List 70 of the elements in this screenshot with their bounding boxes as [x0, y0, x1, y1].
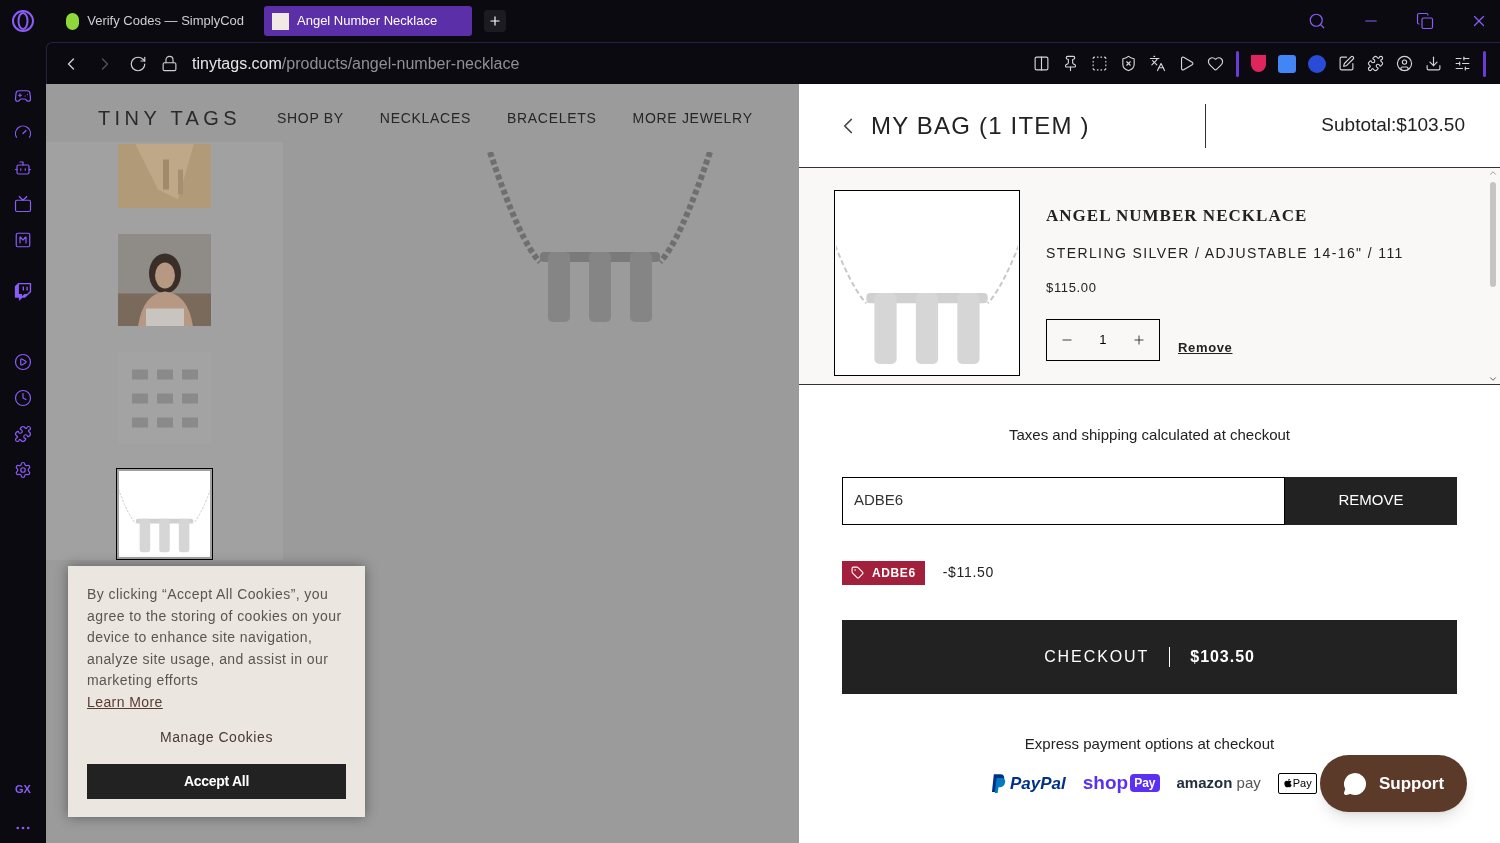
play-circle-icon[interactable]: [14, 353, 32, 371]
subtotal-text: Subtotal:$103.50: [1321, 113, 1465, 138]
item-name: ANGEL NUMBER NECKLACE: [1046, 205, 1309, 227]
tab-favicon-icon: [272, 12, 289, 30]
tag-icon: [851, 566, 864, 579]
download-icon[interactable]: [1425, 55, 1442, 72]
cookie-text: By clicking “Accept All Cookies”, you agree to the storing of cookies on your device to enhance site navigation, analyze site usage, and assist in our marketing efforts: [87, 585, 343, 690]
robot-icon[interactable]: [14, 159, 32, 177]
browser-tab[interactable]: Angel Number Necklace: [264, 6, 472, 36]
shield-extension-icon[interactable]: [1251, 55, 1266, 72]
taxes-note: Taxes and shipping calculated at checkout: [1009, 425, 1290, 445]
item-variant: STERLING SILVER / ADJUSTABLE 14-16" / 111: [1046, 243, 1404, 263]
plus-icon: [488, 14, 502, 28]
discount-tag: ADBE6: [842, 560, 925, 585]
settings-icon[interactable]: [14, 461, 32, 479]
send-icon[interactable]: [1178, 55, 1195, 72]
puzzle-icon[interactable]: [14, 425, 32, 443]
heart-icon[interactable]: [1207, 55, 1224, 72]
scrollbar-thumb[interactable]: [1490, 182, 1496, 287]
new-tab-button[interactable]: [484, 10, 506, 32]
learn-more-link[interactable]: Learn More: [87, 691, 163, 713]
amazon-pay-logo: amazon pay: [1176, 773, 1261, 793]
discount-code-field[interactable]: ADBE6: [842, 476, 1285, 525]
browser-tab[interactable]: Verify Codes — SimplyCod: [58, 6, 252, 36]
discount-amount: -$11.50: [942, 563, 995, 582]
shield-x-icon[interactable]: [1120, 55, 1137, 72]
translate-icon[interactable]: [1149, 55, 1166, 72]
shop-pay-logo: shop Pay: [1082, 769, 1160, 798]
gx-label[interactable]: GX: [15, 780, 31, 797]
quantity-value: 1: [1099, 331, 1107, 350]
accept-all-button[interactable]: Accept All: [87, 763, 346, 799]
nav-link[interactable]: SHOP BY: [276, 107, 344, 129]
search-icon[interactable]: [1308, 12, 1326, 30]
snapshot-icon[interactable]: [1091, 55, 1108, 72]
restore-icon[interactable]: [1416, 12, 1434, 30]
paypal-p-icon: [991, 773, 1006, 793]
scroll-down-icon[interactable]: [1488, 374, 1498, 384]
gauge-icon[interactable]: [14, 123, 32, 141]
split-view-icon[interactable]: [1033, 55, 1050, 72]
manage-cookies-button[interactable]: Manage Cookies: [160, 726, 273, 748]
reload-icon[interactable]: [129, 54, 147, 73]
gamepad-icon[interactable]: [14, 87, 32, 105]
profile-icon[interactable]: [1396, 55, 1413, 72]
remove-link[interactable]: Remove: [1178, 337, 1233, 357]
m-square-icon[interactable]: [14, 231, 32, 249]
extensions-icon[interactable]: [1367, 55, 1384, 72]
item-price: $115.00: [1046, 278, 1098, 297]
lock-icon: [161, 55, 178, 72]
chat-icon: [1342, 771, 1367, 796]
site-logo[interactable]: TINY TAGS: [98, 103, 241, 133]
display-icon[interactable]: [14, 195, 32, 213]
nav-link[interactable]: MORE JEWELRY: [632, 107, 753, 129]
tab-favicon-icon: [66, 12, 80, 30]
nav-link[interactable]: BRACELETS: [506, 107, 597, 129]
browser-logo-icon[interactable]: [11, 9, 35, 33]
pin-icon[interactable]: [1062, 55, 1079, 72]
clock-icon[interactable]: [14, 389, 32, 407]
nav-link[interactable]: NECKLACES: [379, 107, 471, 129]
edit-icon[interactable]: [1338, 55, 1355, 72]
twitch-icon[interactable]: [14, 283, 32, 301]
address-field[interactable]: tinytags.com/products/angel-number-necklace: [192, 51, 520, 76]
support-button[interactable]: Support: [1320, 755, 1467, 812]
express-note: Express payment options at checkout: [1024, 733, 1275, 754]
easy-setup-icon[interactable]: [1454, 55, 1471, 72]
remove-discount-button[interactable]: REMOVE: [1285, 476, 1457, 525]
checkout-button[interactable]: CHECKOUT $103.50: [842, 619, 1457, 694]
paypal-wordmark: PayPal: [1010, 772, 1066, 795]
plus-icon[interactable]: [1132, 333, 1147, 347]
apple-pay-logo: Pay: [1277, 773, 1317, 794]
bag-title: MY BAG (1 ITEM ): [871, 110, 1090, 141]
